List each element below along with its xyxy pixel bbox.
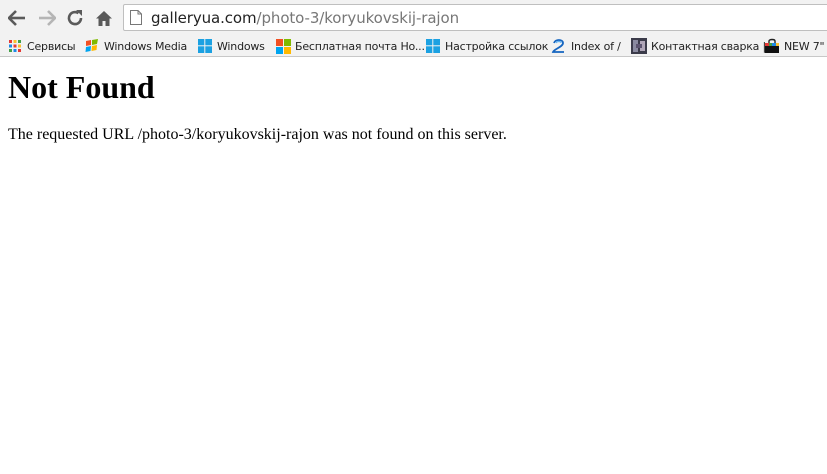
page-title: Not Found bbox=[8, 69, 155, 105]
windows-logo-icon bbox=[197, 38, 213, 54]
bookmark-windows-media[interactable]: Windows Media bbox=[84, 37, 187, 55]
windows-flag-icon bbox=[84, 38, 100, 54]
home-icon bbox=[96, 10, 112, 26]
back-arrow-icon bbox=[8, 10, 25, 26]
bookmark-windows[interactable]: Windows bbox=[197, 37, 265, 55]
bookmark-label: NEW 7" I bbox=[784, 39, 827, 53]
page-icon bbox=[130, 10, 142, 25]
bookmark-contact-welding[interactable]: Контактная сварка | bbox=[631, 37, 766, 55]
url-host: galleryua.com bbox=[151, 8, 257, 27]
url-path: /photo-3/koryukovskij-rajon bbox=[256, 8, 460, 27]
bookmark-label: Сервисы bbox=[27, 39, 76, 53]
back-button[interactable] bbox=[5, 6, 29, 30]
bookmarks-bar: Сервисы Windows Media Windows Бесплатная… bbox=[0, 35, 827, 57]
forward-button[interactable] bbox=[35, 6, 59, 30]
apps-grid-icon bbox=[7, 38, 23, 54]
reload-button[interactable] bbox=[63, 6, 87, 30]
windows-flag-color-icon bbox=[275, 38, 291, 54]
bookmark-label: Windows Media bbox=[104, 39, 188, 53]
shopping-bag-icon bbox=[764, 38, 780, 54]
home-button[interactable] bbox=[92, 6, 116, 30]
bookmark-label: Бесплатная почта Ho... bbox=[295, 39, 425, 53]
browser-toolbar: galleryua.com/photo-3/koryukovskij-rajon bbox=[0, 0, 827, 35]
photo-thumbnail-icon bbox=[631, 38, 647, 54]
windows-logo-icon bbox=[425, 38, 441, 54]
bookmark-label: Настройка ссылок bbox=[445, 39, 549, 53]
bookmark-new-7[interactable]: NEW 7" I bbox=[764, 37, 827, 55]
bookmark-services[interactable]: Сервисы bbox=[7, 37, 76, 55]
bookmark-index-of[interactable]: Index of / bbox=[551, 37, 621, 55]
error-message: The requested URL /photo-3/koryukovskij-… bbox=[8, 126, 507, 143]
url-text[interactable]: galleryua.com/photo-3/koryukovskij-rajon bbox=[151, 9, 459, 27]
bookmark-label: Windows bbox=[217, 39, 265, 53]
bookmark-link-settings[interactable]: Настройка ссылок bbox=[425, 37, 548, 55]
bookmark-free-mail[interactable]: Бесплатная почта Ho... bbox=[275, 37, 425, 55]
swirl-icon bbox=[551, 38, 567, 54]
address-bar[interactable]: galleryua.com/photo-3/koryukovskij-rajon bbox=[123, 4, 827, 31]
bookmark-label: Контактная сварка | bbox=[651, 39, 767, 53]
forward-arrow-icon bbox=[39, 10, 56, 26]
bookmark-label: Index of / bbox=[571, 39, 621, 53]
reload-icon bbox=[67, 10, 83, 26]
